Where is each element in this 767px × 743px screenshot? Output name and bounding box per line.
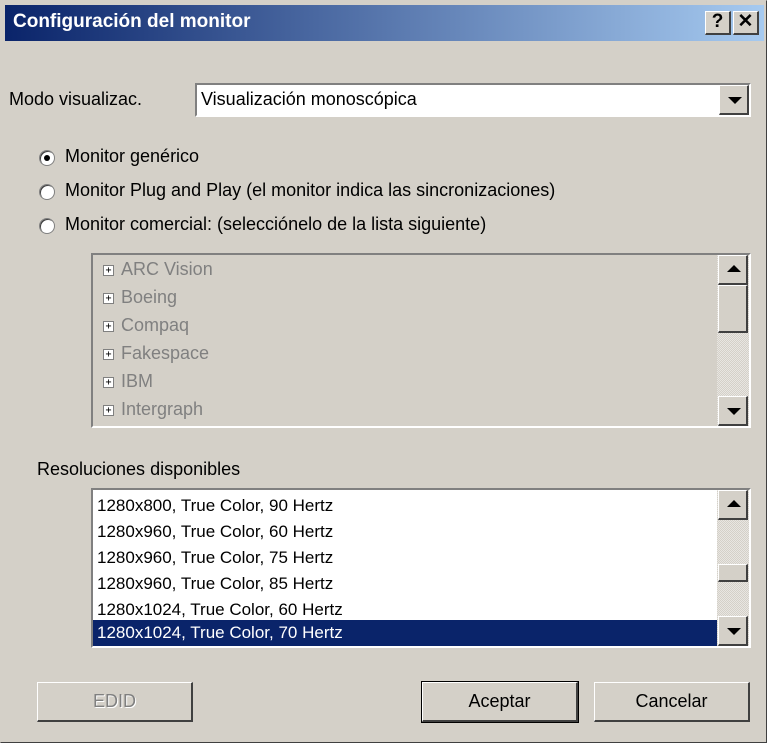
accept-button[interactable]: Aceptar [421, 681, 579, 723]
list-item[interactable]: 1280x800, True Color, 90 Hertz [93, 493, 717, 519]
radio-label: Monitor comercial: (selecciónelo de la l… [65, 214, 487, 234]
display-mode-label: Modo visualizac. [9, 89, 143, 109]
radio-label: Monitor genérico [65, 146, 200, 166]
list-item[interactable]: 1280x960, True Color, 85 Hertz [93, 571, 717, 597]
list-item[interactable]: 1280x960, True Color, 60 Hertz [93, 519, 717, 545]
help-button[interactable]: ? [705, 11, 731, 35]
tree-item-label: Fakespace [121, 343, 210, 363]
scroll-down-button[interactable] [718, 396, 748, 426]
title-bar[interactable]: Configuración del monitor ? ✕ [5, 5, 764, 41]
tree-item-label: IBM [121, 371, 154, 391]
resolutions-label: Resoluciones disponibles [37, 459, 241, 479]
expand-plus-icon[interactable]: + [103, 265, 114, 276]
radio-label: Monitor Plug and Play (el monitor indica… [65, 180, 556, 200]
resolutions-scrollbar[interactable] [717, 490, 749, 646]
vendor-tree[interactable]: + ARC Vision + Boeing + Compaq + Fakespa… [91, 253, 751, 428]
help-icon: ? [711, 11, 724, 32]
chevron-down-icon [728, 97, 742, 104]
expand-plus-icon[interactable]: + [103, 349, 114, 360]
scrollbar-thumb[interactable] [718, 285, 748, 333]
radio-button[interactable] [39, 218, 55, 234]
scrollbar-thumb[interactable] [718, 564, 748, 582]
close-button[interactable]: ✕ [733, 11, 759, 35]
display-mode-value: Visualización monoscópica [201, 89, 417, 109]
tree-item-label: Intergraph [121, 399, 204, 419]
scroll-up-button[interactable] [718, 255, 748, 285]
edid-button[interactable]: EDID [37, 682, 193, 722]
arrow-down-icon [727, 628, 741, 635]
arrow-up-icon [727, 500, 741, 507]
list-item[interactable]: 1280x960, True Color, 75 Hertz [93, 545, 717, 571]
tree-item-label: Compaq [121, 315, 190, 335]
expand-plus-icon[interactable]: + [103, 321, 114, 332]
display-mode-select[interactable]: Visualización monoscópica [195, 83, 751, 117]
tree-item-label: ARC Vision [121, 259, 213, 279]
vendor-tree-scrollbar[interactable] [717, 255, 749, 426]
expand-plus-icon[interactable]: + [103, 293, 114, 304]
close-icon: ✕ [737, 11, 754, 32]
monitor-config-dialog: Configuración del monitor ? ✕ Modo visua… [0, 0, 767, 743]
scroll-up-button[interactable] [718, 490, 748, 520]
radio-button[interactable] [39, 184, 55, 200]
tree-item-label: Boeing [121, 287, 178, 307]
list-item-selected[interactable]: 1280x1024, True Color, 70 Hertz [93, 620, 717, 646]
expand-plus-icon[interactable]: + [103, 377, 114, 388]
scroll-down-button[interactable] [718, 616, 748, 646]
arrow-down-icon [727, 408, 741, 415]
resolutions-list[interactable]: 1280x800, True Color, 90 Hertz 1280x960,… [91, 488, 751, 648]
window-title: Configuración del monitor [13, 11, 251, 32]
display-mode-dropdown-button[interactable] [719, 85, 749, 115]
cancel-button[interactable]: Cancelar [594, 682, 750, 722]
arrow-up-icon [727, 265, 741, 272]
expand-plus-icon[interactable]: + [103, 405, 114, 416]
radio-button-checked[interactable] [39, 150, 55, 166]
